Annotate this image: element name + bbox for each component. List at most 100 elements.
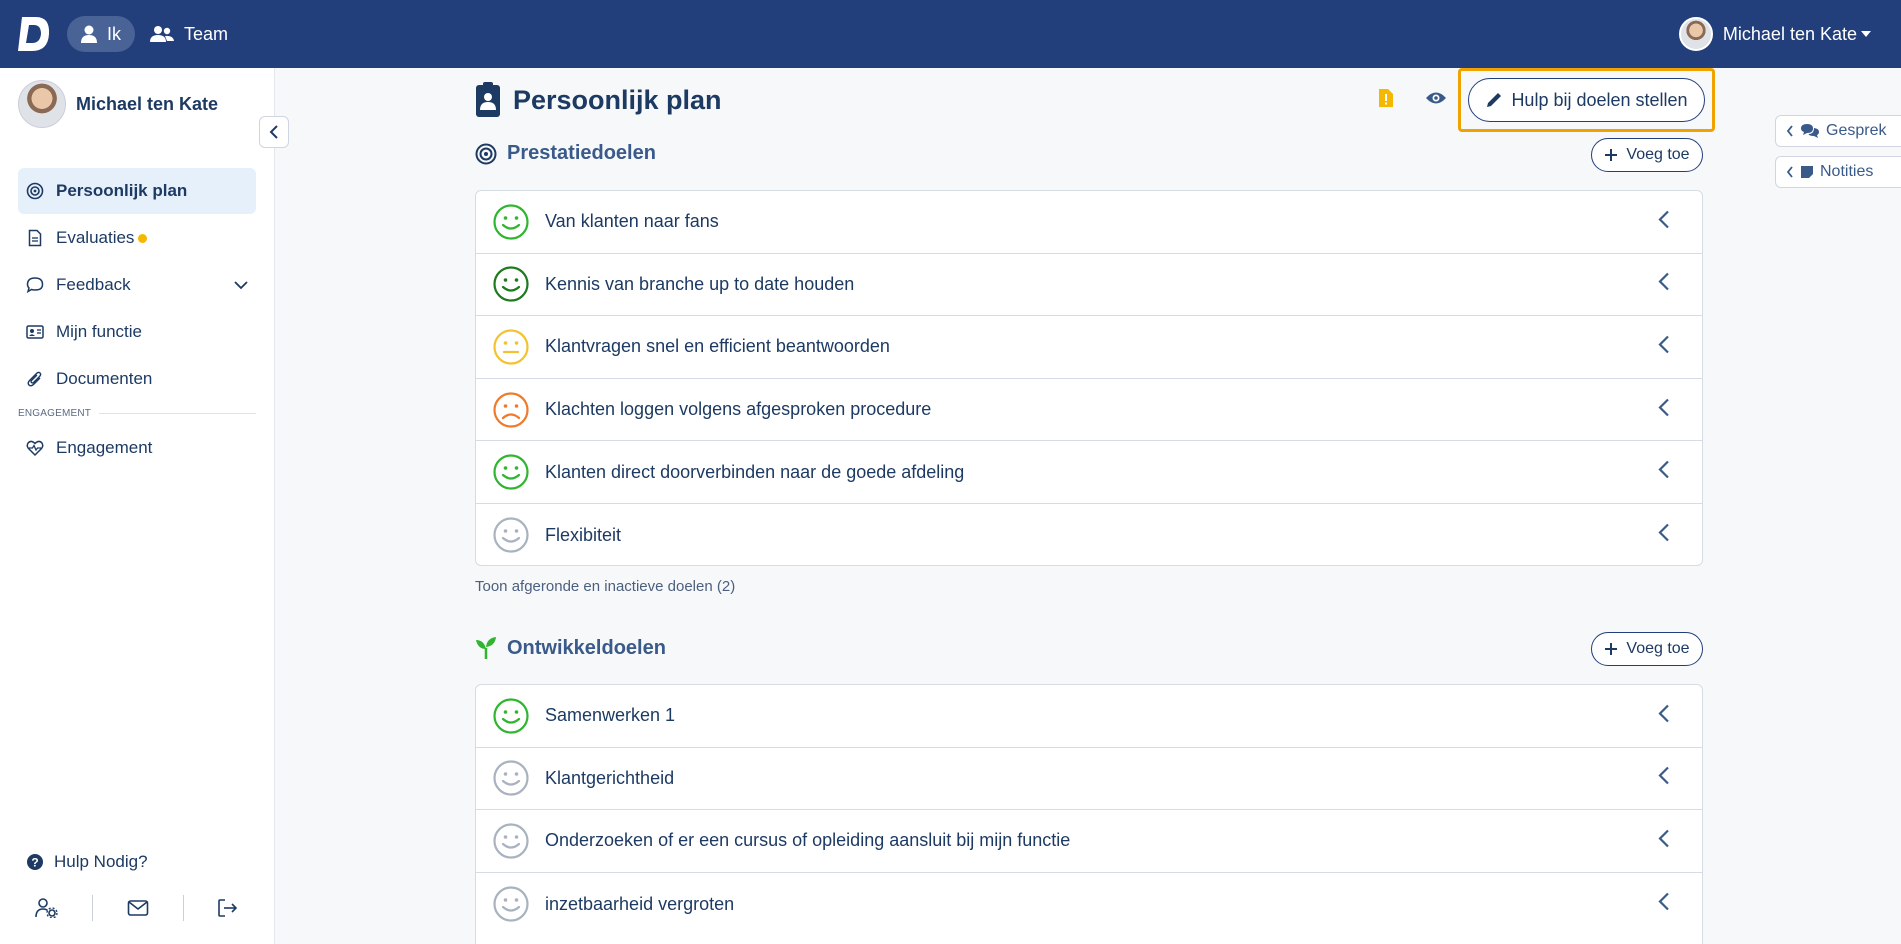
chevron-left-icon[interactable] <box>1658 460 1670 485</box>
question-circle-icon: ? <box>27 854 43 870</box>
chevron-left-icon[interactable] <box>1658 828 1670 853</box>
avatar <box>18 80 66 128</box>
goal-row[interactable]: Klanten direct doorverbinden naar de goe… <box>476 441 1702 504</box>
notification-dot <box>138 233 148 243</box>
chevron-left-icon[interactable] <box>1658 766 1670 791</box>
profile-name: Michael ten Kate <box>76 93 219 114</box>
sidebar-item-documents[interactable]: Documenten <box>18 356 256 402</box>
sidebar-item-label: Mijn functie <box>56 322 142 341</box>
eye-icon[interactable] <box>1425 90 1447 106</box>
smiley-sad-icon <box>493 391 529 428</box>
goal-row[interactable]: Klantgerichtheid <box>476 748 1702 811</box>
sidebar-item-personal-plan[interactable]: Persoonlijk plan <box>18 168 256 214</box>
smiley-happy-icon <box>493 266 529 302</box>
sidebar: Michael ten Kate Persoonlijk plan Evalua… <box>0 68 275 944</box>
smiley-none-icon <box>493 886 529 922</box>
chevron-left-icon <box>269 125 278 139</box>
goal-row[interactable]: Kennis van branche up to date houden <box>476 254 1702 317</box>
sidebar-item-label: Persoonlijk plan <box>56 181 188 200</box>
smiley-none-icon <box>493 823 529 859</box>
clipboard-user-icon <box>476 82 500 117</box>
user-menu[interactable]: Michael ten Kate <box>1678 14 1871 54</box>
chevron-left-icon[interactable] <box>1658 334 1670 359</box>
nav-me-label: Ik <box>107 23 122 44</box>
goal-label: Samenwerken 1 <box>545 705 676 726</box>
smiley-none-icon <box>493 517 529 553</box>
chevron-left-icon[interactable] <box>1658 397 1670 422</box>
sidebar-item-label: Engagement <box>56 438 153 457</box>
chevron-left-icon[interactable] <box>1658 892 1670 917</box>
chevron-left-icon[interactable] <box>1658 703 1670 728</box>
nav-team-tab[interactable]: Team <box>150 16 228 52</box>
user-menu-name: Michael ten Kate <box>1722 23 1857 44</box>
chevron-left-icon[interactable] <box>1658 209 1670 234</box>
divider <box>182 895 184 921</box>
help-label: Hulp Nodig? <box>54 852 148 871</box>
sidebar-item-feedback[interactable]: Feedback <box>18 262 256 308</box>
page-title-text: Persoonlijk plan <box>513 84 722 115</box>
sticky-note-icon <box>1801 166 1813 178</box>
smiley-none-icon <box>493 760 529 796</box>
collapse-sidebar-button[interactable] <box>259 116 289 148</box>
users-icon <box>150 26 174 42</box>
plus-icon <box>1605 643 1618 655</box>
chevron-down-icon[interactable] <box>234 280 248 290</box>
sidebar-item-engagement[interactable]: Engagement <box>18 425 256 471</box>
help-set-goals-button[interactable]: Hulp bij doelen stellen <box>1468 78 1705 122</box>
show-completed-goals-link[interactable]: Toon afgeronde en inactieve doelen (2) <box>475 578 735 595</box>
smiley-happy-icon <box>493 454 529 490</box>
notes-tab[interactable]: Notities <box>1775 156 1901 188</box>
add-performance-goal-button[interactable]: Voeg toe <box>1591 138 1703 172</box>
goal-row[interactable]: Klantvragen snel en efficient beantwoord… <box>476 316 1702 379</box>
goal-row[interactable]: Samenwerken 1 <box>476 685 1702 748</box>
avatar <box>1678 17 1713 51</box>
goal-row[interactable]: Flexibiteit <box>476 504 1702 565</box>
smiley-happy-icon <box>493 698 529 734</box>
logout-icon[interactable] <box>217 898 239 918</box>
app-logo-icon[interactable] <box>16 14 52 54</box>
nav-team-label: Team <box>184 23 229 44</box>
sidebar-item-my-function[interactable]: Mijn functie <box>18 309 256 355</box>
goal-label: Kennis van branche up to date houden <box>545 273 855 294</box>
add-label: Voeg toe <box>1626 146 1690 163</box>
smiley-neutral-icon <box>493 329 529 365</box>
goal-row[interactable]: Onderzoeken of er een cursus of opleidin… <box>476 810 1702 873</box>
sidebar-item-label: Feedback <box>56 275 131 294</box>
target-icon <box>26 182 44 200</box>
goal-row[interactable]: inzetbaarheid vergroten <box>476 873 1702 936</box>
sidebar-item-evaluations[interactable]: Evaluaties <box>18 215 256 261</box>
goal-label: inzetbaarheid vergroten <box>545 893 735 914</box>
chevron-left-icon <box>1786 166 1793 178</box>
user-settings-icon[interactable] <box>34 898 59 918</box>
sidebar-item-label: Documenten <box>56 369 153 388</box>
help-set-goals-label: Hulp bij doelen stellen <box>1511 89 1688 110</box>
chevron-left-icon[interactable] <box>1658 523 1670 548</box>
add-label: Voeg toe <box>1626 640 1690 657</box>
nav-me-tab[interactable]: Ik <box>67 16 136 52</box>
user-icon <box>81 25 97 43</box>
performance-goals-heading: Prestatiedoelen <box>475 142 656 165</box>
help-link[interactable]: ? Hulp Nodig? <box>26 852 148 872</box>
development-goals-list: Samenwerken 1 Klantgerichtheid Onderzoeken… <box>475 684 1703 944</box>
goal-label: Klantgerichtheid <box>545 767 675 788</box>
section-title: Ontwikkeldoelen <box>507 636 666 659</box>
document-warning-icon[interactable] <box>1378 88 1394 108</box>
performance-goals-list: Van klanten naar fans Kennis van branche … <box>475 190 1703 566</box>
sidebar-profile[interactable]: Michael ten Kate <box>18 80 218 128</box>
add-development-goal-button[interactable]: Voeg toe <box>1591 632 1703 666</box>
sidebar-menu: Persoonlijk plan Evaluaties Feedback Mij… <box>18 168 256 472</box>
chat-bubble-icon <box>26 277 44 294</box>
pencil-icon <box>1487 93 1502 107</box>
goal-label: Klantvragen snel en efficient beantwoord… <box>545 336 890 357</box>
page-title: Persoonlijk plan <box>475 82 722 118</box>
sidebar-footer <box>18 888 256 928</box>
goal-label: Van klanten naar fans <box>545 211 719 232</box>
section-title: Prestatiedoelen <box>507 142 656 164</box>
goal-row[interactable]: Van klanten naar fans <box>476 191 1702 254</box>
chevron-left-icon[interactable] <box>1658 272 1670 297</box>
conversation-tab[interactable]: Gesprek <box>1775 115 1901 147</box>
mail-icon[interactable] <box>127 899 149 917</box>
svg-text:?: ? <box>31 856 38 870</box>
goal-row[interactable]: Klachten loggen volgens afgesproken proc… <box>476 379 1702 442</box>
development-goals-heading: Ontwikkeldoelen <box>475 636 666 660</box>
